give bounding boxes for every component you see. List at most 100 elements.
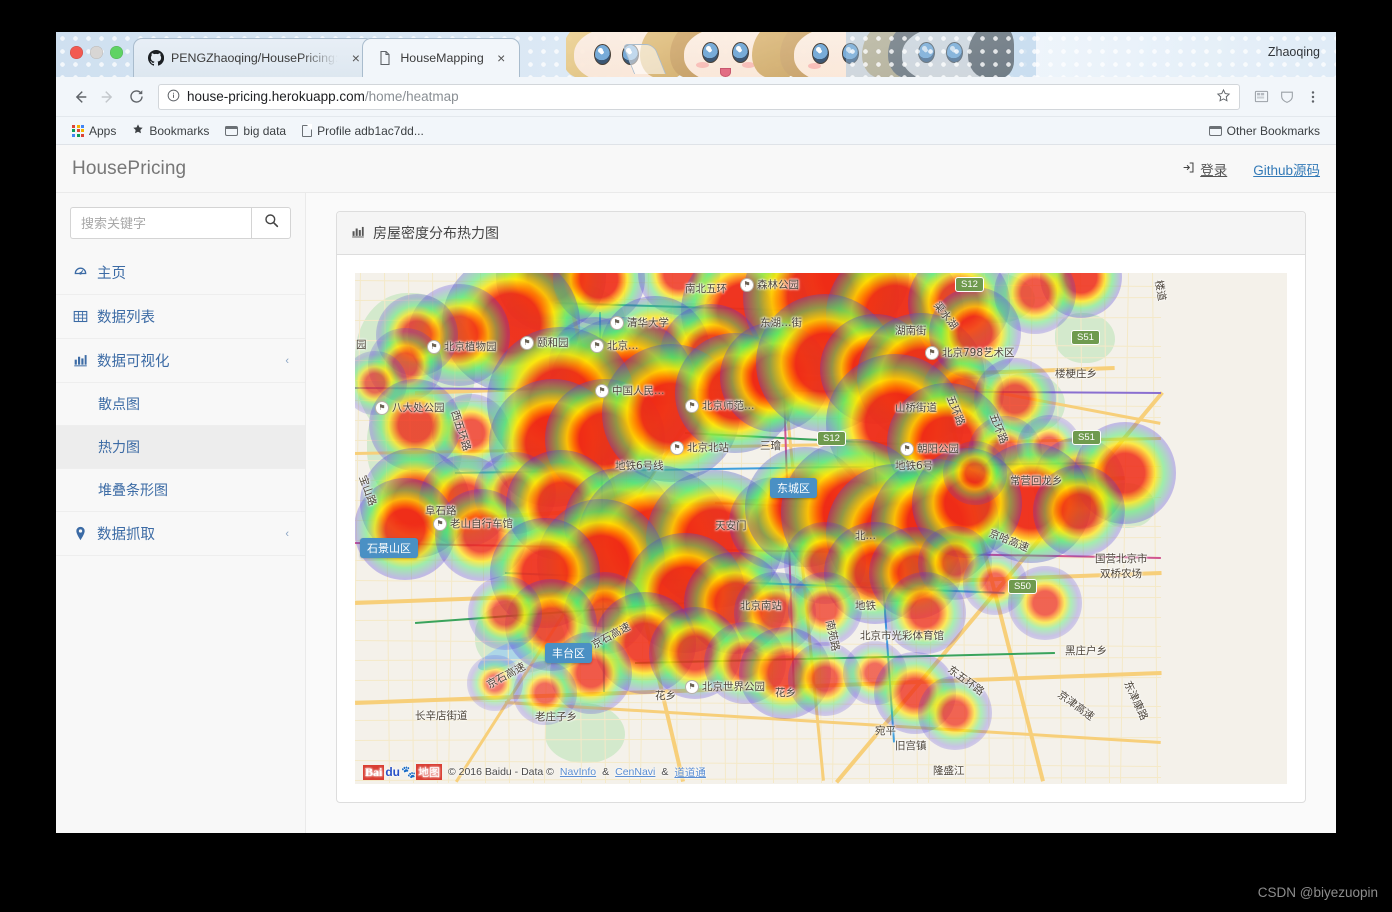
bookmark-profile[interactable]: Profile adb1ac7dd...: [296, 122, 430, 140]
bookmark-big-data[interactable]: big data: [219, 122, 292, 140]
info-circle-icon[interactable]: [167, 89, 180, 105]
search-button[interactable]: [251, 207, 291, 239]
star-icon[interactable]: [1216, 88, 1231, 106]
map-label: 北…: [855, 530, 876, 542]
wallpaper-dots-right: [846, 32, 1036, 77]
map-poi[interactable]: ⚑ 颐和园: [520, 335, 569, 350]
park-icon: ⚑: [375, 400, 389, 415]
dashboard-icon: [72, 265, 88, 280]
close-tab-button[interactable]: ×: [348, 50, 363, 66]
panel-body: 园西五环路 阜石路 宝山路 三璯 地铁6号线 地铁6号 天安门 北… 北京南站 地铁 南苑路 北京市光…: [337, 255, 1305, 802]
baidu-heatmap[interactable]: 园西五环路 阜石路 宝山路 三璯 地铁6号线 地铁6号 天安门 北… 北京南站 地铁 南苑路 北京市光…: [355, 273, 1287, 784]
close-tab-button[interactable]: ×: [494, 50, 509, 66]
highway-shield: S51: [1071, 330, 1100, 345]
map-poi[interactable]: ⚑ 森林公园: [740, 277, 799, 292]
map-label: 常营回龙乡: [1010, 475, 1063, 487]
map-poi[interactable]: ⚑ 北京798艺术区: [925, 345, 1015, 360]
map-poi[interactable]: ⚑ 北京北站: [670, 440, 729, 455]
bookmark-other-bookmarks[interactable]: Other Bookmarks: [1203, 122, 1326, 140]
map-poi-label: 北京…: [607, 340, 639, 352]
search-icon: [264, 213, 279, 233]
sidebar-item-data-list[interactable]: 数据列表: [56, 295, 305, 339]
bookmark-bookmarks[interactable]: Bookmarks: [126, 121, 215, 140]
sidebar-item-label: 主页: [97, 266, 126, 282]
map-poi[interactable]: ⚑ 中国人民…: [595, 383, 665, 398]
highway-shield: S50: [1008, 579, 1037, 594]
map-label: 双桥农场: [1100, 568, 1142, 580]
chevron-left-icon: ‹: [285, 527, 289, 540]
page-icon: [302, 124, 313, 137]
map-label: 楼梗庄乡: [1055, 368, 1097, 380]
district-badge[interactable]: 石景山区: [360, 538, 418, 558]
tab-list: PENGZhaoqing/HousePricing: × HouseMappin…: [133, 38, 520, 77]
park-icon: ⚑: [433, 516, 447, 531]
bookmark-label: Apps: [89, 123, 117, 138]
sidebar-group-visualization[interactable]: 数据可视化 ‹: [56, 339, 305, 383]
map-label: 地铁: [855, 600, 876, 612]
map-poi-label: 北京世界公园: [702, 681, 765, 693]
map-label: 园: [356, 339, 367, 351]
map-poi[interactable]: ⚑ 北京植物园: [427, 339, 497, 354]
sign-in-icon: [1182, 161, 1195, 177]
sidebar-item-stacked-bar[interactable]: 堆叠条形图: [56, 469, 305, 512]
search-input-group: [70, 207, 291, 239]
login-link[interactable]: 登录: [1182, 159, 1227, 179]
map-label: 地铁6号线: [615, 460, 664, 472]
daodaotong-link[interactable]: 道道通: [674, 765, 706, 780]
shield-icon[interactable]: [1274, 84, 1300, 110]
sidebar-group-data-scraping[interactable]: 数据抓取 ‹: [56, 512, 305, 556]
search-input[interactable]: [70, 207, 251, 239]
browser-profile-name[interactable]: Zhaoqing: [1268, 45, 1320, 59]
map-poi-label: 中国人民…: [612, 385, 665, 397]
map-label: 花乡: [655, 690, 676, 702]
map-poi[interactable]: ⚑ 北京…: [590, 338, 639, 353]
bookmarks-bar: Apps Bookmarks big data Profile adb1ac7d…: [56, 117, 1336, 145]
window-traffic-lights[interactable]: [70, 46, 123, 59]
tab-title: PENGZhaoqing/HousePricing:: [171, 51, 339, 65]
app-brand[interactable]: HousePricing: [72, 158, 186, 180]
district-badge[interactable]: 丰台区: [545, 643, 592, 663]
school-icon: ⚑: [590, 338, 604, 353]
map-poi[interactable]: ⚑ 老山自行车馆: [433, 516, 513, 531]
browser-tab-0[interactable]: PENGZhaoqing/HousePricing: ×: [133, 38, 375, 77]
map-label: 隆盛江: [933, 765, 965, 777]
map-poi[interactable]: ⚑ 朝阳公园: [900, 441, 959, 456]
reload-icon[interactable]: [122, 83, 150, 111]
close-window-button[interactable]: [70, 46, 83, 59]
extension-icon[interactable]: [1248, 84, 1274, 110]
bar-chart-icon: [72, 353, 88, 368]
map-poi-label: 颐和园: [537, 337, 569, 349]
cennavi-link[interactable]: CenNavi: [615, 766, 655, 778]
address-bar[interactable]: house-pricing.herokuapp.com/home/heatmap: [158, 83, 1240, 110]
map-label: 湖南街: [895, 325, 927, 337]
amp-1: &: [602, 766, 610, 778]
park-icon: ⚑: [427, 339, 441, 354]
github-source-link[interactable]: Github源码: [1253, 159, 1320, 179]
navinfo-link[interactable]: NavInfo: [560, 766, 596, 778]
baidu-logo-ditu: 地图: [415, 764, 442, 780]
star-icon: [132, 123, 144, 138]
map-poi[interactable]: ⚑ 八大处公园: [375, 400, 445, 415]
kebab-menu-icon[interactable]: [1300, 84, 1326, 110]
sidebar-item-scatter-plot[interactable]: 散点图: [56, 383, 305, 426]
back-arrow-icon[interactable]: [66, 83, 94, 111]
table-icon: [72, 309, 88, 324]
school-icon: ⚑: [610, 315, 624, 330]
map-poi[interactable]: ⚑ 北京世界公园: [685, 679, 765, 694]
map-label: 黑庄户乡: [1065, 645, 1107, 657]
browser-tab-1[interactable]: HouseMapping ×: [362, 38, 520, 77]
sidebar-item-home[interactable]: 主页: [56, 251, 305, 295]
sidebar-item-heatmap[interactable]: 热力图: [56, 426, 305, 469]
maximize-window-button[interactable]: [110, 46, 123, 59]
map-label: 东湖…街: [760, 317, 802, 329]
header-actions: 登录 Github源码: [1182, 159, 1320, 179]
park-icon: ⚑: [925, 345, 939, 360]
minimize-window-button[interactable]: [90, 46, 103, 59]
bookmark-apps[interactable]: Apps: [66, 122, 122, 140]
school-icon: ⚑: [685, 398, 699, 413]
heatmap-panel: 房屋密度分布热力图 园西五环路 阜石路 宝山路 三璯 地铁6号线 地铁6号 天安门 北… 北京南…: [336, 211, 1306, 803]
map-poi[interactable]: ⚑ 清华大学: [610, 315, 669, 330]
district-badge[interactable]: 东城区: [770, 478, 817, 498]
map-poi[interactable]: ⚑ 北京师范…: [685, 398, 755, 413]
panel-header: 房屋密度分布热力图: [337, 212, 1305, 255]
